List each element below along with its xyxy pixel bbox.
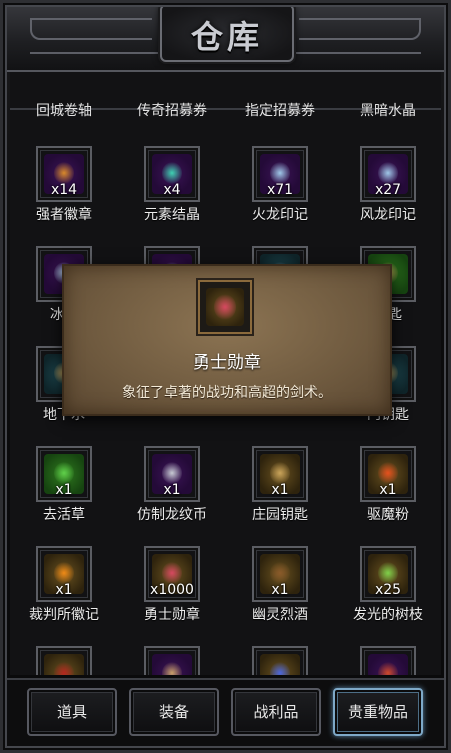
item-label: 去活草: [43, 507, 85, 523]
item-quantity: x1: [271, 582, 289, 598]
item-emblem: [378, 162, 398, 184]
item-emblem: [54, 662, 74, 675]
header-bar: 仓库: [0, 0, 451, 72]
warrior-medal-icon: [206, 288, 244, 326]
item-slot[interactable]: [144, 646, 200, 675]
item-cell[interactable]: [10, 646, 118, 675]
item-slot[interactable]: [36, 646, 92, 675]
item-quantity: x1: [163, 482, 181, 498]
tab-equipment[interactable]: 装备: [129, 688, 219, 736]
item-emblem: [162, 462, 182, 484]
item-slot[interactable]: [360, 646, 416, 675]
tooltip-item-description: 象征了卓著的战功和高超的剑术。: [122, 385, 332, 401]
header-ornament-right: [299, 18, 421, 40]
item-cell[interactable]: x25 发光的树枝: [334, 546, 441, 646]
item-emblem: [54, 562, 74, 584]
tab-loot[interactable]: 战利品: [231, 688, 321, 736]
item-emblem: [378, 662, 398, 675]
warehouse-screen: 仓库 回城卷轴 传奇招募券 指定招募券 黑暗水晶 x14 强者徽章 x4 元素结晶 x7…: [0, 0, 451, 753]
red-item-icon: [44, 654, 84, 675]
item-label: 勇士勋章: [144, 607, 200, 623]
item-label[interactable]: 指定招募券: [226, 100, 334, 120]
tooltip-item-emblem: [214, 294, 236, 320]
item-quantity: x1000: [150, 582, 194, 598]
item-emblem: [378, 562, 398, 584]
item-label: 元素结晶: [144, 207, 200, 223]
item-cell[interactable]: x1 驱魔粉: [334, 446, 441, 546]
item-quantity: x1: [379, 482, 397, 498]
item-label: 裁判所徽记: [29, 607, 99, 623]
item-label[interactable]: 回城卷轴: [10, 100, 118, 120]
item-quantity: x1: [55, 482, 73, 498]
item-label: 幽灵烈酒: [252, 607, 308, 623]
item-emblem: [378, 462, 398, 484]
page-title: 仓库: [190, 18, 263, 56]
item-label[interactable]: 传奇招募券: [118, 100, 226, 120]
item-cell[interactable]: x71 火龙印记: [226, 146, 334, 246]
item-label: 发光的树枝: [353, 607, 423, 623]
item-cell[interactable]: [226, 646, 334, 675]
title-plate: 仓库: [160, 4, 294, 62]
item-tooltip-popup: 勇士勋章 象征了卓著的战功和高超的剑术。: [62, 264, 392, 416]
tooltip-item-name: 勇士勋章: [193, 353, 261, 373]
scroll-item-icon: [152, 654, 192, 675]
tooltip-item-slot: [196, 278, 254, 336]
tab-props[interactable]: 道具: [27, 688, 117, 736]
item-emblem: [54, 162, 74, 184]
item-quantity: x71: [266, 182, 294, 198]
item-cell[interactable]: x1 裁判所徽记: [10, 546, 118, 646]
tab-valuables[interactable]: 贵重物品: [333, 688, 423, 736]
item-quantity: x25: [374, 582, 402, 598]
item-quantity: x14: [50, 182, 78, 198]
item-quantity: x1: [271, 482, 289, 498]
item-label: 强者徽章: [36, 207, 92, 223]
item-cell[interactable]: x1 仿制龙纹币: [118, 446, 226, 546]
item-quantity: x1: [55, 582, 73, 598]
item-label[interactable]: 黑暗水晶: [334, 100, 441, 120]
item-emblem: [270, 162, 290, 184]
item-slot[interactable]: [252, 646, 308, 675]
item-cell[interactable]: [334, 646, 441, 675]
partial-top-row: 回城卷轴 传奇招募券 指定招募券 黑暗水晶: [10, 72, 441, 119]
blue-flame-item-icon: [260, 654, 300, 675]
bottom-tab-bar: 道具 装备 战利品 贵重物品: [0, 678, 451, 753]
item-cell[interactable]: x4 元素结晶: [118, 146, 226, 246]
item-cell[interactable]: x27 风龙印记: [334, 146, 441, 246]
item-cell[interactable]: x1 去活草: [10, 446, 118, 546]
header-ornament-left: [30, 18, 152, 40]
item-cell[interactable]: x1000 勇士勋章: [118, 546, 226, 646]
item-emblem: [270, 462, 290, 484]
item-emblem: [162, 562, 182, 584]
item-quantity: x4: [163, 182, 181, 198]
item-cell[interactable]: x14 强者徽章: [10, 146, 118, 246]
item-cell[interactable]: [118, 646, 226, 675]
item-label: 仿制龙纹币: [137, 507, 207, 523]
item-label: 火龙印记: [252, 207, 308, 223]
item-emblem: [270, 662, 290, 675]
item-cell[interactable]: x1 庄园钥匙: [226, 446, 334, 546]
item-label: 风龙印记: [360, 207, 416, 223]
red-gem-item-icon: [368, 654, 408, 675]
item-emblem: [54, 462, 74, 484]
item-emblem: [162, 662, 182, 675]
item-emblem: [162, 162, 182, 184]
item-cell[interactable]: x1 幽灵烈酒: [226, 546, 334, 646]
item-label: 驱魔粉: [367, 507, 409, 523]
item-label: 庄园钥匙: [252, 507, 308, 523]
item-quantity: x27: [374, 182, 402, 198]
item-emblem: [270, 562, 290, 584]
